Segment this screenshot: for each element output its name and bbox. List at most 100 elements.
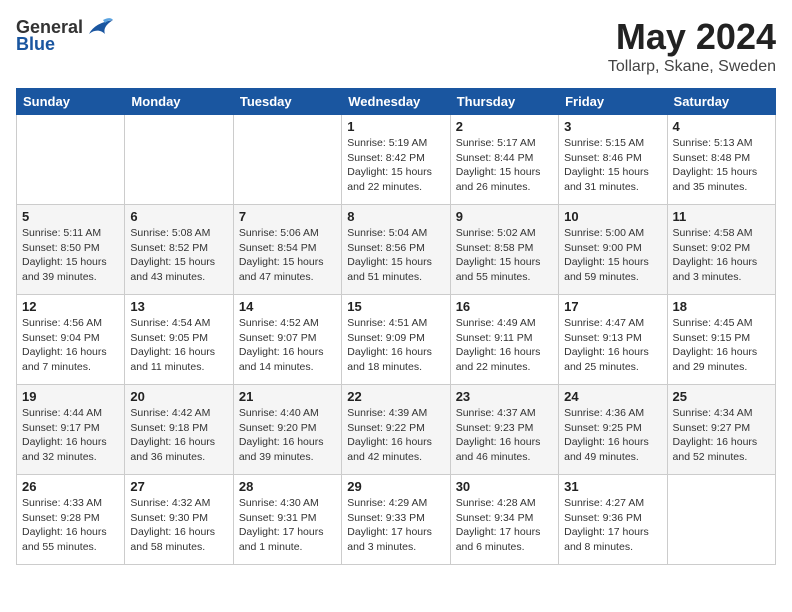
calendar-cell: 26 Sunrise: 4:33 AM Sunset: 9:28 PM Dayli… [17, 475, 125, 565]
day-info: Sunrise: 5:04 AM Sunset: 8:56 PM Dayligh… [347, 226, 444, 285]
day-info: Sunrise: 5:11 AM Sunset: 8:50 PM Dayligh… [22, 226, 119, 285]
day-number: 18 [673, 299, 770, 314]
day-number: 12 [22, 299, 119, 314]
calendar-col-sunday: Sunday [17, 89, 125, 115]
day-number: 27 [130, 479, 227, 494]
day-number: 31 [564, 479, 661, 494]
calendar-week-row: 12 Sunrise: 4:56 AM Sunset: 9:04 PM Dayli… [17, 295, 776, 385]
day-info: Sunrise: 4:56 AM Sunset: 9:04 PM Dayligh… [22, 316, 119, 375]
day-number: 13 [130, 299, 227, 314]
calendar-cell: 6Sunrise: 5:08 AM Sunset: 8:52 PM Daylig… [125, 205, 233, 295]
day-number: 9 [456, 209, 553, 224]
day-number: 11 [673, 209, 770, 224]
day-info: Sunrise: 4:40 AM Sunset: 9:20 PM Dayligh… [239, 406, 336, 465]
calendar-cell: 7 Sunrise: 5:06 AM Sunset: 8:54 PM Daylig… [233, 205, 341, 295]
calendar-col-wednesday: Wednesday [342, 89, 450, 115]
day-info: Sunrise: 4:34 AM Sunset: 9:27 PM Dayligh… [673, 406, 770, 465]
day-info: Sunrise: 4:37 AM Sunset: 9:23 PM Dayligh… [456, 406, 553, 465]
calendar-week-row: 5Sunrise: 5:11 AM Sunset: 8:50 PM Daylig… [17, 205, 776, 295]
calendar-cell: 24Sunrise: 4:36 AM Sunset: 9:25 PM Dayli… [559, 385, 667, 475]
title-block: May 2024 Tollarp, Skane, Sweden [608, 16, 776, 76]
calendar-cell: 4Sunrise: 5:13 AM Sunset: 8:48 PM Daylig… [667, 115, 775, 205]
calendar-cell: 3 Sunrise: 5:15 AM Sunset: 8:46 PM Daylig… [559, 115, 667, 205]
day-info: Sunrise: 4:30 AM Sunset: 9:31 PM Dayligh… [239, 496, 336, 555]
calendar-header-row: SundayMondayTuesdayWednesdayThursdayFrid… [17, 89, 776, 115]
calendar-cell: 17 Sunrise: 4:47 AM Sunset: 9:13 PM Dayli… [559, 295, 667, 385]
calendar-cell: 10Sunrise: 5:00 AM Sunset: 9:00 PM Dayli… [559, 205, 667, 295]
day-info: Sunrise: 4:51 AM Sunset: 9:09 PM Dayligh… [347, 316, 444, 375]
calendar-cell: 31 Sunrise: 4:27 AM Sunset: 9:36 PM Dayli… [559, 475, 667, 565]
calendar-cell [17, 115, 125, 205]
day-number: 17 [564, 299, 661, 314]
day-number: 14 [239, 299, 336, 314]
day-number: 25 [673, 389, 770, 404]
calendar-cell: 21Sunrise: 4:40 AM Sunset: 9:20 PM Dayli… [233, 385, 341, 475]
calendar-col-monday: Monday [125, 89, 233, 115]
day-number: 7 [239, 209, 336, 224]
calendar-table: SundayMondayTuesdayWednesdayThursdayFrid… [16, 88, 776, 565]
day-number: 8 [347, 209, 444, 224]
day-info: Sunrise: 5:15 AM Sunset: 8:46 PM Dayligh… [564, 136, 661, 195]
calendar-cell [233, 115, 341, 205]
day-info: Sunrise: 4:47 AM Sunset: 9:13 PM Dayligh… [564, 316, 661, 375]
day-number: 23 [456, 389, 553, 404]
calendar-cell: 2Sunrise: 5:17 AM Sunset: 8:44 PM Daylig… [450, 115, 558, 205]
calendar-cell: 14 Sunrise: 4:52 AM Sunset: 9:07 PM Dayli… [233, 295, 341, 385]
day-number: 3 [564, 119, 661, 134]
day-info: Sunrise: 4:52 AM Sunset: 9:07 PM Dayligh… [239, 316, 336, 375]
day-number: 19 [22, 389, 119, 404]
day-number: 2 [456, 119, 553, 134]
calendar-week-row: 1 Sunrise: 5:19 AM Sunset: 8:42 PM Daylig… [17, 115, 776, 205]
day-number: 29 [347, 479, 444, 494]
day-number: 26 [22, 479, 119, 494]
day-number: 4 [673, 119, 770, 134]
calendar-cell: 18 Sunrise: 4:45 AM Sunset: 9:15 PM Dayli… [667, 295, 775, 385]
calendar-cell [667, 475, 775, 565]
calendar-cell: 29Sunrise: 4:29 AM Sunset: 9:33 PM Dayli… [342, 475, 450, 565]
calendar-cell: 5Sunrise: 5:11 AM Sunset: 8:50 PM Daylig… [17, 205, 125, 295]
day-info: Sunrise: 4:32 AM Sunset: 9:30 PM Dayligh… [130, 496, 227, 555]
calendar-cell: 20 Sunrise: 4:42 AM Sunset: 9:18 PM Dayli… [125, 385, 233, 475]
calendar-cell: 1 Sunrise: 5:19 AM Sunset: 8:42 PM Daylig… [342, 115, 450, 205]
calendar-cell: 23 Sunrise: 4:37 AM Sunset: 9:23 PM Dayli… [450, 385, 558, 475]
calendar-cell: 15 Sunrise: 4:51 AM Sunset: 9:09 PM Dayli… [342, 295, 450, 385]
calendar-cell: 22Sunrise: 4:39 AM Sunset: 9:22 PM Dayli… [342, 385, 450, 475]
day-info: Sunrise: 5:19 AM Sunset: 8:42 PM Dayligh… [347, 136, 444, 195]
calendar-cell: 25 Sunrise: 4:34 AM Sunset: 9:27 PM Dayli… [667, 385, 775, 475]
calendar-cell: 27 Sunrise: 4:32 AM Sunset: 9:30 PM Dayli… [125, 475, 233, 565]
day-number: 24 [564, 389, 661, 404]
page-header: General Blue May 2024 Tollarp, Skane, Sw… [16, 16, 776, 76]
calendar-cell [125, 115, 233, 205]
calendar-cell: 16 Sunrise: 4:49 AM Sunset: 9:11 PM Dayli… [450, 295, 558, 385]
calendar-week-row: 19 Sunrise: 4:44 AM Sunset: 9:17 PM Dayli… [17, 385, 776, 475]
day-info: Sunrise: 4:39 AM Sunset: 9:22 PM Dayligh… [347, 406, 444, 465]
day-number: 20 [130, 389, 227, 404]
calendar-cell: 9 Sunrise: 5:02 AM Sunset: 8:58 PM Daylig… [450, 205, 558, 295]
day-number: 16 [456, 299, 553, 314]
logo: General Blue [16, 16, 113, 55]
location-title: Tollarp, Skane, Sweden [608, 58, 776, 76]
day-number: 1 [347, 119, 444, 134]
day-info: Sunrise: 4:44 AM Sunset: 9:17 PM Dayligh… [22, 406, 119, 465]
calendar-col-thursday: Thursday [450, 89, 558, 115]
day-info: Sunrise: 5:06 AM Sunset: 8:54 PM Dayligh… [239, 226, 336, 285]
day-info: Sunrise: 4:42 AM Sunset: 9:18 PM Dayligh… [130, 406, 227, 465]
calendar-cell: 19 Sunrise: 4:44 AM Sunset: 9:17 PM Dayli… [17, 385, 125, 475]
day-info: Sunrise: 4:49 AM Sunset: 9:11 PM Dayligh… [456, 316, 553, 375]
calendar-col-tuesday: Tuesday [233, 89, 341, 115]
day-number: 10 [564, 209, 661, 224]
day-number: 15 [347, 299, 444, 314]
calendar-cell: 13 Sunrise: 4:54 AM Sunset: 9:05 PM Dayli… [125, 295, 233, 385]
calendar-col-saturday: Saturday [667, 89, 775, 115]
logo-blue: Blue [16, 34, 55, 55]
day-info: Sunrise: 4:58 AM Sunset: 9:02 PM Dayligh… [673, 226, 770, 285]
day-number: 28 [239, 479, 336, 494]
day-info: Sunrise: 4:45 AM Sunset: 9:15 PM Dayligh… [673, 316, 770, 375]
day-info: Sunrise: 4:27 AM Sunset: 9:36 PM Dayligh… [564, 496, 661, 555]
day-number: 30 [456, 479, 553, 494]
calendar-cell: 8 Sunrise: 5:04 AM Sunset: 8:56 PM Daylig… [342, 205, 450, 295]
day-info: Sunrise: 4:33 AM Sunset: 9:28 PM Dayligh… [22, 496, 119, 555]
day-info: Sunrise: 4:54 AM Sunset: 9:05 PM Dayligh… [130, 316, 227, 375]
calendar-cell: 28 Sunrise: 4:30 AM Sunset: 9:31 PM Dayli… [233, 475, 341, 565]
day-info: Sunrise: 5:02 AM Sunset: 8:58 PM Dayligh… [456, 226, 553, 285]
